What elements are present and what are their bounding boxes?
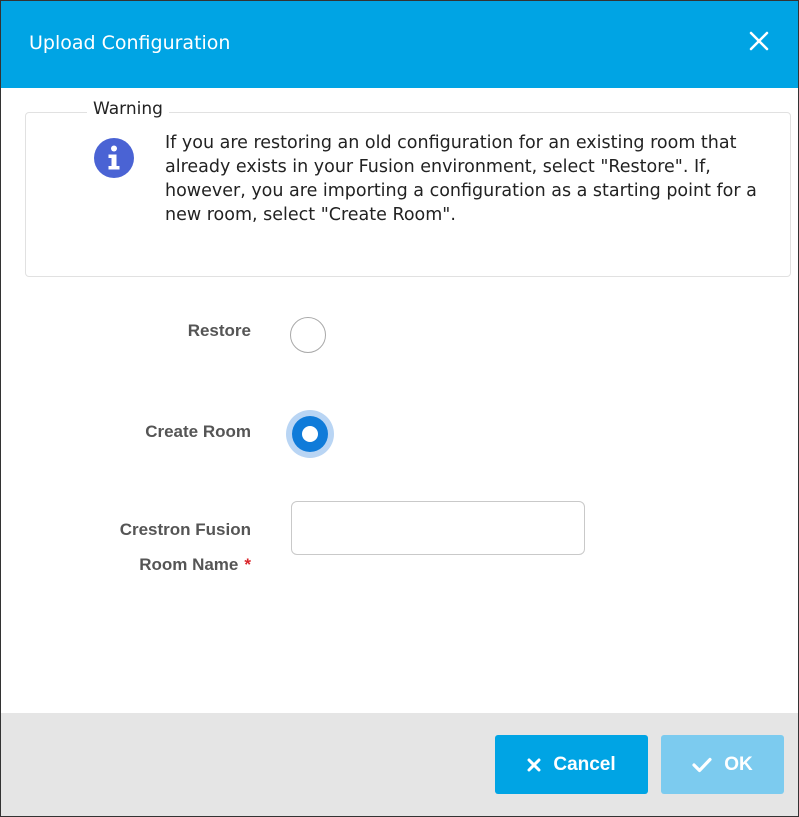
close-button[interactable] [739, 21, 779, 65]
upload-configuration-dialog: Upload Configuration Warning If you are … [0, 0, 799, 817]
room-name-label-line2: Room Name * [41, 555, 251, 575]
cancel-label: Cancel [553, 753, 616, 775]
required-indicator: * [244, 555, 251, 574]
dialog-title: Upload Configuration [29, 32, 231, 54]
restore-radio[interactable] [290, 317, 326, 353]
cancel-button[interactable]: Cancel [495, 735, 648, 794]
warning-message: If you are restoring an old configuratio… [165, 133, 757, 225]
check-icon [692, 757, 712, 773]
room-name-label-text: Room Name [139, 555, 239, 574]
info-icon [94, 138, 134, 178]
room-name-input[interactable] [291, 501, 585, 555]
dialog-header: Upload Configuration [1, 1, 798, 88]
warning-legend: Warning [87, 99, 169, 119]
create-room-label: Create Room [145, 422, 251, 441]
close-icon [749, 31, 769, 51]
ok-label: OK [724, 753, 753, 775]
create-room-radio[interactable] [292, 416, 328, 452]
ok-button[interactable]: OK [661, 735, 784, 794]
dialog-footer: Cancel OK [1, 713, 798, 816]
x-icon [527, 758, 541, 772]
room-name-label-line1: Crestron Fusion [119, 520, 251, 539]
radio-selected-dot [302, 426, 318, 442]
restore-label: Restore [187, 321, 251, 340]
